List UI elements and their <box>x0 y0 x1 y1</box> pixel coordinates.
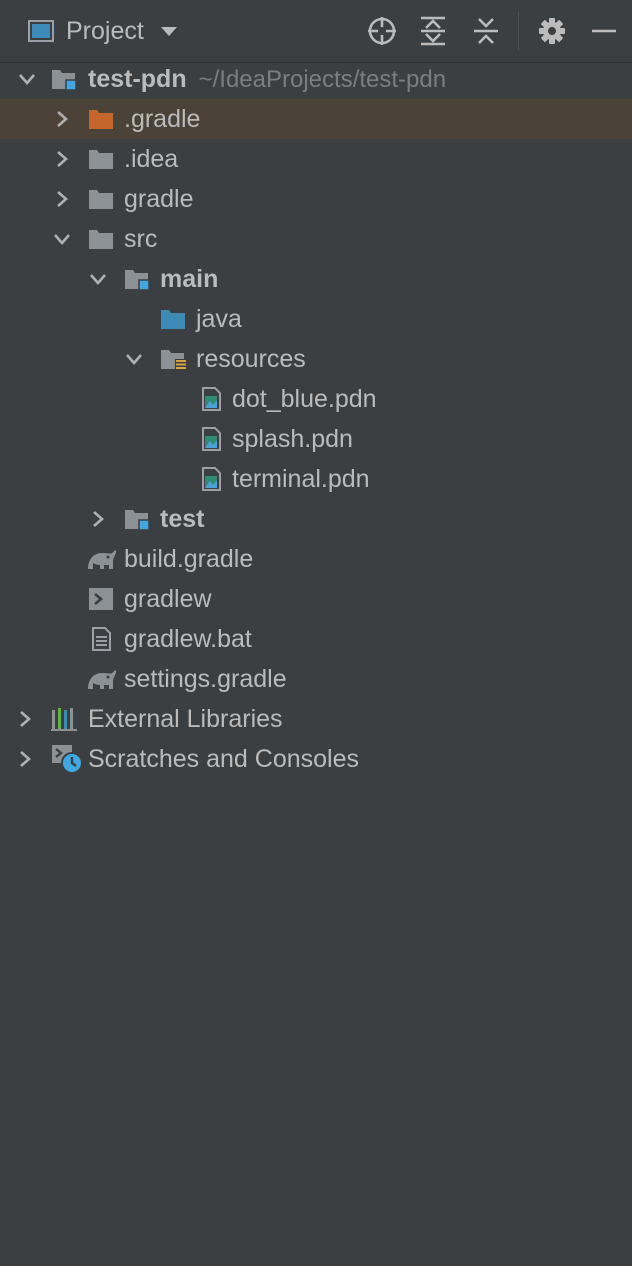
tree-item-label: .idea <box>124 145 179 173</box>
collapse-all-button[interactable] <box>469 14 503 48</box>
tree-item-gradlew[interactable]: gradlew <box>0 579 632 619</box>
text-file-icon <box>92 627 111 651</box>
caret-down-icon <box>160 27 177 36</box>
image-file-icon <box>202 387 221 411</box>
scratches-clock-icon <box>52 745 83 774</box>
tree-item-label: gradlew.bat <box>124 625 252 653</box>
chevron-right-icon[interactable] <box>15 749 35 769</box>
chevron-right-icon[interactable] <box>52 189 72 209</box>
chevron-right-icon[interactable] <box>52 149 72 169</box>
tree-item-test[interactable]: test <box>0 499 632 539</box>
tree-item-label: test <box>160 505 205 533</box>
tree-item-label: dot_blue.pdn <box>232 385 377 413</box>
tree-item-label: src <box>124 225 158 253</box>
settings-button[interactable] <box>535 14 569 48</box>
tree-item-label: splash.pdn <box>232 425 353 453</box>
minimize-icon <box>592 29 616 33</box>
tree-item-dot-idea[interactable]: .idea <box>0 139 632 179</box>
project-view-selector[interactable]: Project <box>28 14 178 48</box>
expand-all-button[interactable] <box>416 14 450 48</box>
image-file-icon <box>202 427 221 451</box>
tree-item-resources[interactable]: resources <box>0 339 632 379</box>
tree-item-label: Scratches and Consoles <box>88 745 359 773</box>
tree-item-build-gradle[interactable]: build.gradle <box>0 539 632 579</box>
tree-item-settings-gradle[interactable]: settings.gradle <box>0 659 632 699</box>
gradle-elephant-icon <box>88 550 117 569</box>
tree-item-label: build.gradle <box>124 545 254 573</box>
project-tree: test-pdn ~/IdeaProjects/test-pdn .gradle … <box>0 59 632 779</box>
module-folder-icon <box>125 510 150 531</box>
module-folder-icon <box>125 270 150 291</box>
tree-item-label: test-pdn <box>88 65 187 93</box>
excluded-folder-icon <box>89 110 113 129</box>
tree-item-src[interactable]: src <box>0 219 632 259</box>
project-path: ~/IdeaProjects/test-pdn <box>198 66 447 93</box>
module-folder-icon <box>52 70 77 91</box>
tree-item-label: .gradle <box>124 105 201 133</box>
hide-panel-button[interactable] <box>587 14 621 48</box>
tree-item-scratches-and-consoles[interactable]: Scratches and Consoles <box>0 739 632 779</box>
tree-item-java[interactable]: java <box>0 299 632 339</box>
chevron-right-icon[interactable] <box>88 509 108 529</box>
toolbar-separator <box>518 12 519 50</box>
folder-icon <box>89 190 113 209</box>
project-tool-window-header: Project <box>0 0 632 63</box>
shell-script-icon <box>89 588 113 610</box>
locate-file-button[interactable] <box>365 14 399 48</box>
source-folder-icon <box>161 310 185 329</box>
chevron-down-icon[interactable] <box>124 349 144 369</box>
tree-item-label: External Libraries <box>88 705 283 733</box>
tree-item-test-pdn[interactable]: test-pdn ~/IdeaProjects/test-pdn <box>0 59 632 99</box>
locate-crosshair-icon <box>368 17 396 45</box>
tree-item-gradle-folder[interactable]: gradle <box>0 179 632 219</box>
tree-item-label: terminal.pdn <box>232 465 370 493</box>
tree-item-label: gradle <box>124 185 194 213</box>
tree-item-label: gradlew <box>124 585 212 613</box>
expand-all-icon <box>421 16 445 46</box>
tree-item-label: settings.gradle <box>124 665 287 693</box>
tree-item-gradlew-bat[interactable]: gradlew.bat <box>0 619 632 659</box>
chevron-right-icon[interactable] <box>15 709 35 729</box>
gear-icon <box>539 18 565 44</box>
chevron-down-icon[interactable] <box>88 269 108 289</box>
chevron-down-icon[interactable] <box>17 69 37 89</box>
tree-item-dot-blue-pdn[interactable]: dot_blue.pdn <box>0 379 632 419</box>
tree-item-terminal-pdn[interactable]: terminal.pdn <box>0 459 632 499</box>
tree-item-label: resources <box>196 345 306 373</box>
tree-item-label: java <box>196 305 242 333</box>
chevron-right-icon[interactable] <box>52 109 72 129</box>
folder-icon <box>89 230 113 249</box>
folder-icon <box>89 150 113 169</box>
tree-item-label: main <box>160 265 219 293</box>
project-view-title: Project <box>66 16 144 45</box>
tree-item-dot-gradle[interactable]: .gradle <box>0 99 632 139</box>
libraries-icon <box>51 708 77 731</box>
tree-item-main[interactable]: main <box>0 259 632 299</box>
resources-folder-icon <box>161 350 186 371</box>
tree-item-splash-pdn[interactable]: splash.pdn <box>0 419 632 459</box>
collapse-all-icon <box>474 18 498 44</box>
image-file-icon <box>202 467 221 491</box>
tree-item-external-libraries[interactable]: External Libraries <box>0 699 632 739</box>
window-icon <box>28 20 54 42</box>
chevron-down-icon[interactable] <box>52 229 72 249</box>
gradle-elephant-icon <box>88 670 117 689</box>
